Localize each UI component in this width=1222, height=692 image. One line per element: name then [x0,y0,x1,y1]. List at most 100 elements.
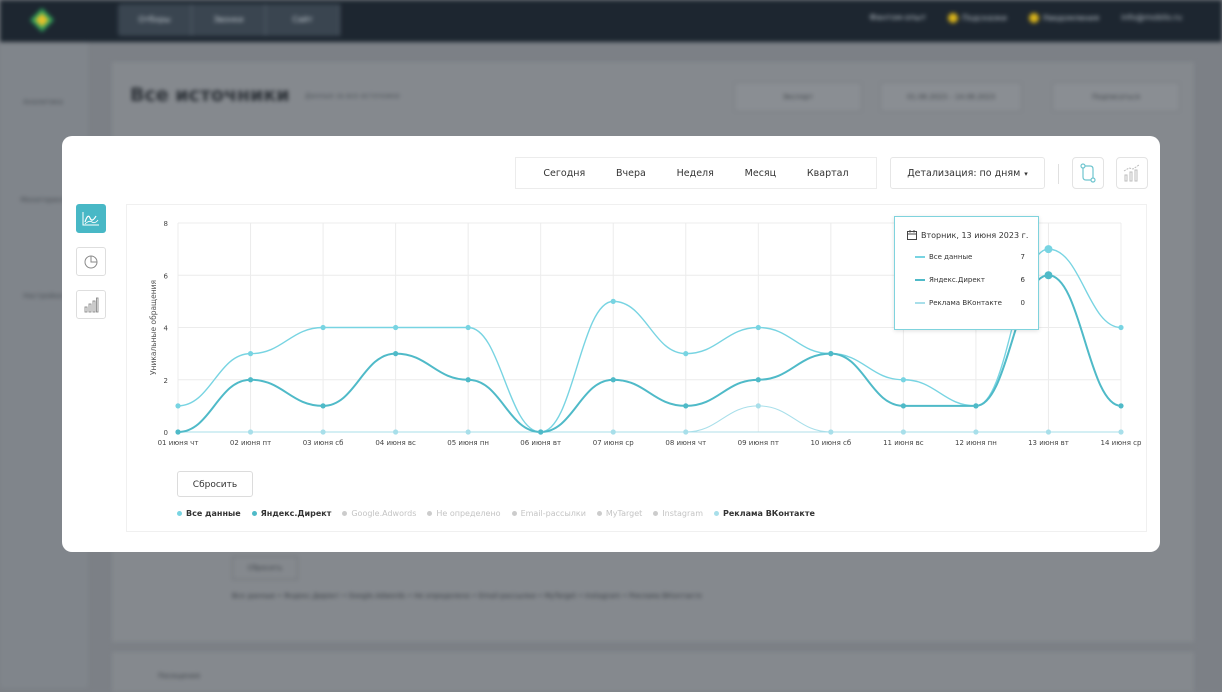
data-point [828,429,834,435]
data-point [1118,429,1124,435]
y-tick-label: 6 [164,272,169,280]
chart-tooltip: Вторник, 13 июня 2023 г. Все данные 7 Ян… [894,216,1039,330]
legend-dot [596,511,602,516]
y-tick-label: 4 [164,325,169,333]
legend-dot [342,511,348,516]
data-point [755,324,761,331]
page-subtitle: Данные за все источники [305,92,400,100]
subscribe-button[interactable]: Подписаться [1052,82,1180,112]
y-axis-label: Уникальные обращения [149,280,158,375]
legend-label: Instagram [662,509,703,518]
bg-reset-button[interactable]: Сбросить [232,556,298,580]
data-point [175,403,181,409]
data-point [538,429,544,435]
topbar-link[interactable]: Подсказки [948,13,1007,23]
data-point [1044,245,1053,254]
topbar-right: Фантом-опыт Подсказки Уведомления info@m… [869,13,1182,23]
reset-button[interactable]: Сбросить [177,471,253,497]
data-point [610,429,616,435]
x-tick-label: 13 июня вт [1028,439,1069,447]
data-point [610,377,616,383]
bg-legend: Все данные • Яндекс.Директ • Google.Adwo… [232,592,702,600]
toolbar-divider [1058,164,1059,184]
data-point [247,351,254,357]
legend-item-yandex-direct[interactable]: Яндекс.Директ [251,509,332,518]
legend-item-all-data[interactable]: Все данные [177,509,241,518]
x-tick-label: 08 июня чт [665,439,706,447]
x-tick-label: 14 июня ср [1101,439,1142,447]
legend-label: MyTarget [605,509,643,518]
legend-dot [427,511,433,516]
topbar-link[interactable]: Фантом-опыт [869,13,926,23]
chart-modal: Сегодня Вчера Неделя Месяц Квартал Детал… [62,136,1160,552]
x-tick-label: 12 июня пн [955,439,997,447]
data-point [393,351,399,357]
topbar-tabs: Отборы Звонки Сайт [118,4,340,36]
bg-bottom-panel: Посещения [112,652,1194,692]
x-tick-label: 04 июня вс [375,439,416,447]
series-line-swatch [915,279,925,281]
legend-item-undefined[interactable]: Не определено [427,509,501,518]
data-point [320,324,326,331]
pie-chart-button[interactable] [76,247,106,276]
chevron-down-icon: ▾ [1024,170,1028,178]
y-tick-label: 8 [164,220,168,228]
data-point [175,429,181,435]
tooltip-date: Вторник, 13 июня 2023 г. [907,230,1028,240]
y-tick-label: 2 [164,377,168,385]
data-point [1045,429,1052,435]
legend-dot [653,511,659,516]
tooltip-row-value: 7 [1020,253,1025,261]
x-tick-label: 02 июня пт [230,439,271,447]
data-point [610,298,616,304]
data-point [828,351,834,357]
topbar-link[interactable]: Уведомления [1028,13,1099,23]
tooltip-row-label: Все данные [929,253,973,261]
legend-label: Google.Adwords [351,509,417,518]
series-line [178,405,1121,433]
legend-item-instagram[interactable]: Instagram [653,509,703,518]
data-point [465,429,471,435]
sidebar-item[interactable]: Аналитика [14,98,72,106]
bar-chart-button[interactable] [76,290,106,319]
detail-dropdown[interactable]: Детализация: по дням ▾ [890,157,1045,189]
legend-item-mytarget[interactable]: MyTarget [596,509,643,518]
period-yesterday[interactable]: Вчера [616,168,646,179]
tooltip-row: Реклама ВКонтакте 0 [915,299,1025,307]
legend-label: Email-рассылки [520,509,586,518]
coin-icon [1028,13,1039,23]
topbar-tab[interactable]: Сайт [266,4,340,36]
legend-dot [177,511,182,516]
line-chart-icon [82,211,99,225]
x-tick-label: 06 июня вт [520,439,561,447]
data-point [900,429,906,435]
legend-item-email[interactable]: Email-рассылки [511,509,586,518]
data-point [1118,403,1124,409]
period-month[interactable]: Месяц [745,168,776,179]
topbar-user[interactable]: info@mobilo.ru [1121,13,1182,23]
legend-label: Яндекс.Директ [260,509,332,518]
trend-chart-button[interactable] [1116,157,1148,189]
logo-icon [30,8,54,32]
legend-label: Реклама ВКонтакте [723,509,815,518]
line-chart-button[interactable] [76,204,106,233]
y-tick-label: 0 [164,429,168,437]
compare-button[interactable] [1072,157,1104,189]
date-range-button[interactable]: 01.06.2023 – 14.06.2023 [880,82,1022,112]
tooltip-row-value: 6 [1020,276,1025,284]
topbar-tab[interactable]: Отборы [118,4,192,36]
period-today[interactable]: Сегодня [543,168,585,179]
data-point [393,324,399,331]
legend-dot [251,511,257,516]
chart-legend: Все данные Яндекс.Директ Google.Adwords … [177,509,815,518]
legend-item-google-adwords[interactable]: Google.Adwords [342,509,416,518]
legend-item-vkontakte[interactable]: Реклама ВКонтакте [714,509,815,518]
export-button[interactable]: Экспорт [734,82,862,112]
legend-label: Не определено [436,509,501,518]
series-line-swatch [915,302,925,304]
period-quarter[interactable]: Квартал [807,168,849,179]
topbar-tab[interactable]: Звонки [192,4,266,36]
legend-dot [511,511,517,516]
tooltip-date-text: Вторник, 13 июня 2023 г. [921,230,1029,240]
period-week[interactable]: Неделя [677,168,714,179]
